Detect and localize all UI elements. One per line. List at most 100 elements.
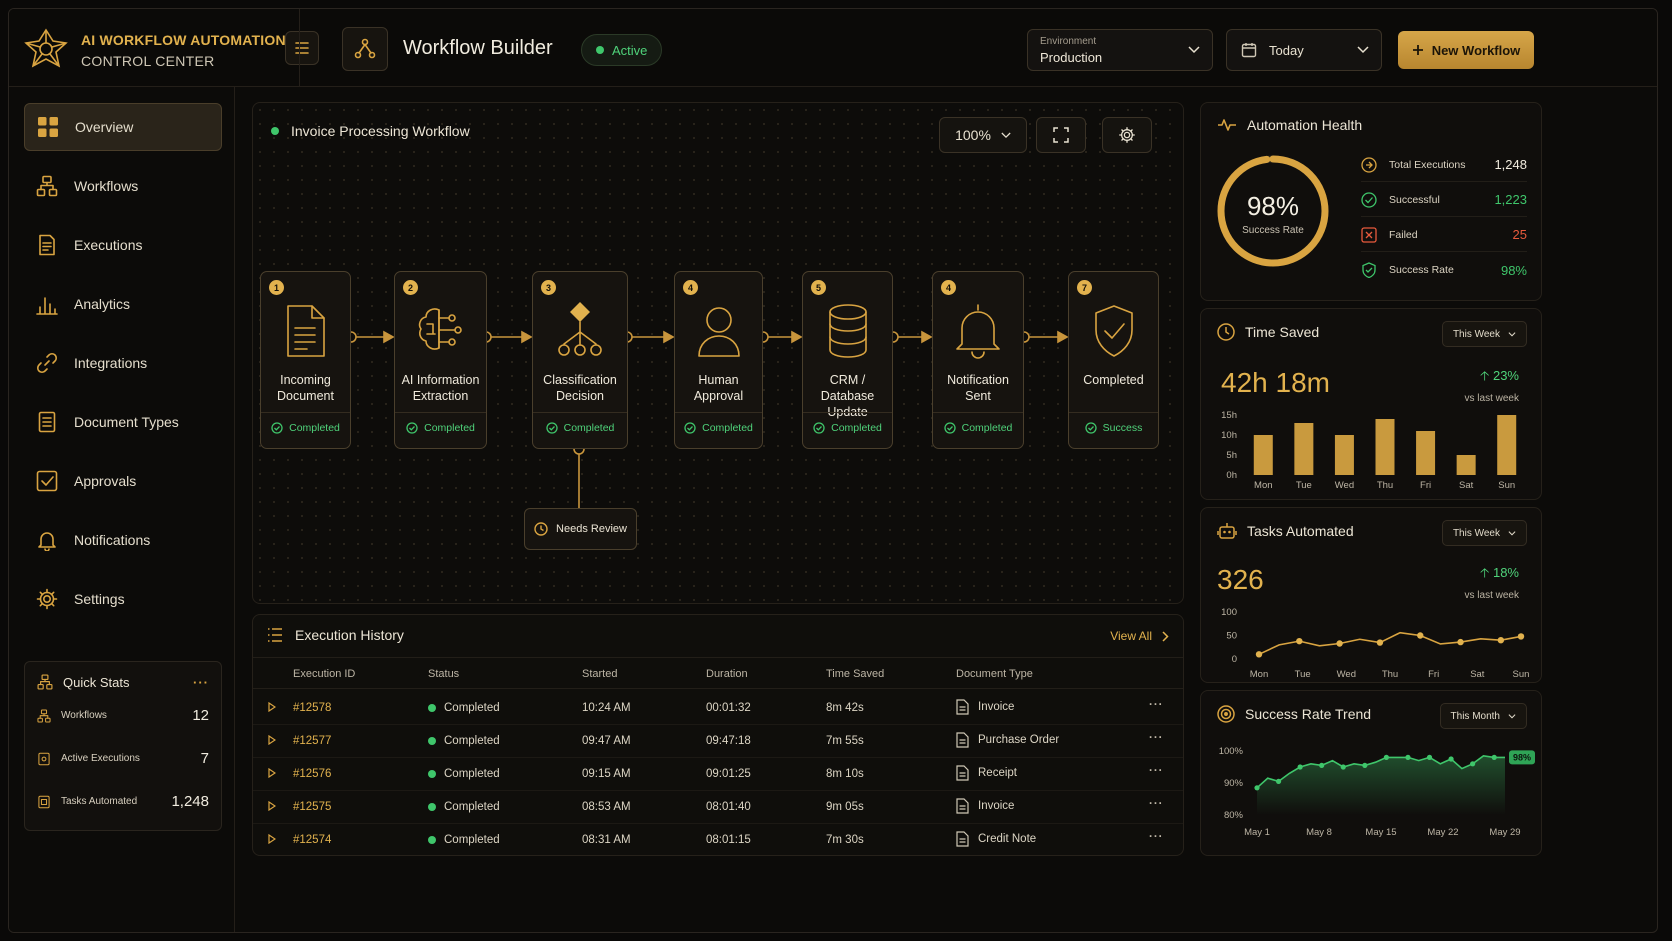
expand-icon[interactable]	[268, 735, 276, 745]
workflow-node[interactable]: 3 Classification Decision Completed	[532, 271, 628, 449]
x-tick-label: May 15	[1365, 827, 1396, 838]
delta-note: vs last week	[1464, 590, 1519, 601]
expand-icon[interactable]	[268, 702, 276, 712]
node-label-line: Decision	[556, 389, 604, 403]
node-status-label: Completed	[961, 422, 1013, 434]
node-status: Completed	[675, 422, 762, 434]
x-tick-label: Fri	[1428, 669, 1439, 680]
row-more-icon[interactable]: ···	[1149, 732, 1164, 744]
execution-history-header: Execution History	[267, 627, 404, 643]
workflow-node[interactable]: 5 CRM / Database Update Completed	[802, 271, 893, 449]
check-circle-icon	[1085, 422, 1097, 434]
node-status: Completed	[395, 422, 486, 434]
sidebar-item-analytics[interactable]: Analytics	[24, 280, 222, 328]
column-header: Document Type	[956, 668, 1033, 680]
row-more-icon[interactable]: ···	[1149, 699, 1164, 711]
sidebar-item-approvals[interactable]: Approvals	[24, 457, 222, 505]
period-select[interactable]: This Week	[1441, 520, 1527, 546]
data-point	[1417, 632, 1424, 639]
sidebar-item-workflows[interactable]: Workflows	[24, 162, 222, 210]
bar	[1334, 435, 1354, 475]
sidebar-item-notifications[interactable]: Notifications	[24, 516, 222, 564]
table-row[interactable]: #12575 Completed 08:53 AM 08:01:40 9m 05…	[253, 791, 1183, 824]
time-saved-value: 42h 18m	[1221, 367, 1330, 398]
workflow-node[interactable]: 1 Incoming Document Completed	[260, 271, 351, 449]
x-tick-label: Wed	[1335, 480, 1354, 491]
environment-label: Environment	[1040, 36, 1097, 47]
sidebar-item-label: Document Types	[74, 414, 179, 430]
workflow-builder-button[interactable]	[342, 27, 388, 71]
quick-stat-label: Workflows	[61, 710, 107, 721]
health-row-label: Successful	[1389, 193, 1440, 206]
period-select[interactable]: This Week	[1441, 321, 1527, 347]
date-range-select[interactable]: Today	[1226, 29, 1382, 71]
execution-id[interactable]: #12575	[293, 801, 331, 813]
quick-stat-row: Active Executions 7	[37, 737, 209, 780]
workflow-node[interactable]: 7 Completed Success	[1068, 271, 1159, 449]
status-text: Completed	[444, 834, 500, 846]
table-row[interactable]: #12574 Completed 08:31 AM 08:01:15 7m 30…	[253, 824, 1183, 857]
new-workflow-button[interactable]: New Workflow	[1398, 31, 1534, 69]
status-text: Completed	[444, 735, 500, 747]
node-status: Completed	[803, 422, 892, 434]
more-options-icon[interactable]: ···	[193, 675, 209, 690]
execution-id[interactable]: #12576	[293, 768, 331, 780]
expand-icon[interactable]	[268, 834, 276, 844]
brand: AI WORKFLOW AUTOMATION CONTROL CENTER	[23, 27, 286, 73]
panel-title: Tasks Automated	[1217, 522, 1354, 540]
time-saved-cell: 7m 30s	[826, 834, 864, 846]
sidebar-item-overview[interactable]: Overview	[24, 103, 222, 151]
x-tick-label: Fri	[1420, 480, 1431, 491]
needs-review-node[interactable]: Needs Review	[524, 508, 637, 550]
column-header: Duration	[706, 668, 748, 680]
status-dot	[428, 704, 436, 712]
status-badge: Active	[581, 34, 663, 66]
environment-select[interactable]: Environment Production	[1027, 29, 1213, 71]
sidebar-item-document-types[interactable]: Document Types	[24, 398, 222, 446]
check-circle-icon	[813, 422, 825, 434]
row-more-icon[interactable]: ···	[1149, 765, 1164, 777]
status-cell: Completed	[428, 801, 500, 813]
table-row[interactable]: #12576 Completed 09:15 AM 09:01:25 8m 10…	[253, 758, 1183, 791]
sidebar-item-label: Analytics	[74, 296, 131, 312]
panel-title: Success Rate Trend	[1217, 705, 1371, 723]
y-tick-label: 80%	[1224, 810, 1244, 821]
chevron-right-icon	[1162, 630, 1169, 642]
bar	[1375, 419, 1395, 475]
workflow-node[interactable]: 2 AI Information Extraction Completed	[394, 271, 487, 449]
workflow-node[interactable]: 4 Human Approval Completed	[674, 271, 763, 449]
duration-cell: 09:47:18	[706, 735, 751, 747]
period-select[interactable]: This Month	[1439, 703, 1527, 729]
link-icon	[36, 352, 58, 374]
data-point	[1405, 754, 1411, 760]
view-all-link[interactable]: View All	[1110, 629, 1169, 643]
bar	[1253, 435, 1273, 475]
x-tick-label: May 8	[1306, 827, 1332, 838]
workflow-canvas[interactable]: Invoice Processing Workflow 100% 1 Incom…	[252, 102, 1184, 604]
node-status-label: Success	[1102, 422, 1143, 434]
expand-icon[interactable]	[268, 801, 276, 811]
sidebar-item-settings[interactable]: Settings	[24, 575, 222, 623]
menu-button[interactable]	[285, 31, 319, 65]
execution-id[interactable]: #12578	[293, 702, 331, 714]
brand-title: AI WORKFLOW AUTOMATION	[81, 31, 286, 48]
row-more-icon[interactable]: ···	[1149, 798, 1164, 810]
table-row[interactable]: #12578 Completed 10:24 AM 00:01:32 8m 42…	[253, 692, 1183, 725]
workflow-node[interactable]: 4 Notification Sent Completed	[932, 271, 1024, 449]
success-trend-title: Success Rate Trend	[1245, 706, 1372, 722]
row-more-icon[interactable]: ···	[1149, 831, 1164, 843]
step-badge: 7	[1077, 280, 1092, 295]
gauge-value: 98%	[1246, 191, 1300, 221]
sidebar-item-executions[interactable]: Executions	[24, 221, 222, 269]
sidebar-nav: Overview Workflows Executions Analytics …	[24, 103, 222, 634]
sidebar-item-integrations[interactable]: Integrations	[24, 339, 222, 387]
delta-note: vs last week	[1464, 393, 1519, 404]
hamburger-icon	[295, 42, 309, 54]
execution-id[interactable]: #12574	[293, 834, 331, 846]
table-row[interactable]: #12577 Completed 09:47 AM 09:47:18 7m 55…	[253, 725, 1183, 758]
connector-arrow	[521, 330, 533, 344]
time-saved-chart: 0h 5h 10h 15h Mon Tue Wed Thu Fri Sat Sun	[1221, 410, 1517, 491]
expand-icon[interactable]	[268, 768, 276, 778]
gauge-center: 98% Success Rate	[1215, 191, 1331, 236]
execution-id[interactable]: #12577	[293, 735, 331, 747]
